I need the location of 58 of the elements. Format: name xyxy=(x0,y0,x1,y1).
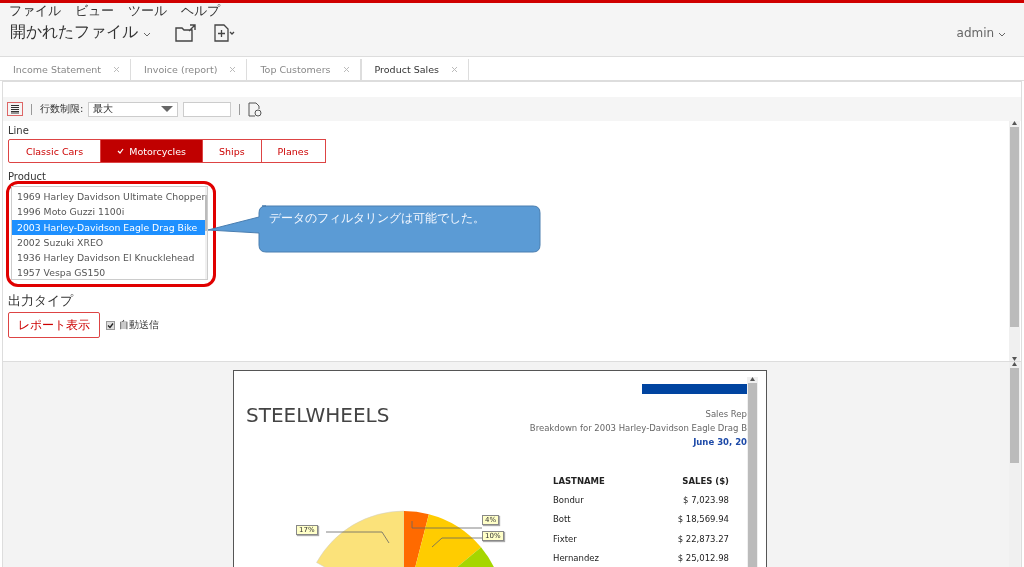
product-list[interactable]: 1969 Harley Davidson Ultimate Chopper 1996 Moto Guzzi 1100i 2003 Harley-Davidson Eagle Drag Bike 2002 Suzuki XREO 1936 Harley Davidson El Knucklehead 1957 Vespa GS150 xyxy=(11,186,208,280)
line-option[interactable]: Ships xyxy=(201,139,262,163)
table-cell-text: $ 22,873.27 xyxy=(676,532,730,546)
report-brand: STEELWHEELS xyxy=(246,403,390,427)
list-icon[interactable] xyxy=(7,102,23,116)
folder-icon[interactable] xyxy=(175,23,198,42)
table-cell-text: Fixter xyxy=(552,532,578,546)
product-item[interactable]: 1936 Harley Davidson El Knucklehead xyxy=(12,250,206,266)
file-tab[interactable]: Income Statement xyxy=(0,59,131,80)
file-tab[interactable]: Product Sales xyxy=(360,59,469,80)
output-type-label: 出力タイプ xyxy=(8,293,75,309)
refresh-document-icon[interactable] xyxy=(248,101,263,117)
table-cell-text: $ 25,012.98 xyxy=(676,552,730,566)
new-file-icon[interactable] xyxy=(213,23,236,42)
auto-submit-checkbox[interactable] xyxy=(106,320,115,330)
product-item[interactable]: 1996 Moto Guzzi 1100i xyxy=(12,204,206,220)
leader-line xyxy=(431,537,483,548)
menu-item[interactable]: ファイル xyxy=(9,3,61,20)
table-cell-text: $ 18,569.94 xyxy=(676,513,730,527)
row-limit-select[interactable]: 最大 xyxy=(88,101,179,117)
line-option[interactable]: Planes xyxy=(260,139,326,163)
line-option[interactable]: Motorcycles xyxy=(100,139,203,163)
table-cell-text: $ 7,023.98 xyxy=(682,493,730,507)
column-header: LASTNAME xyxy=(552,474,606,488)
menu-item[interactable]: ビュー xyxy=(75,3,114,20)
open-files-dropdown[interactable]: 開かれたファイル xyxy=(10,22,152,43)
auto-submit-label: 自動送信 xyxy=(119,318,159,332)
product-label: Product xyxy=(8,171,47,184)
view-report-button[interactable]: レポート表示 xyxy=(8,312,100,338)
line-label: Line xyxy=(8,125,30,138)
column-header: SALES ($) xyxy=(681,474,730,488)
scrollbar[interactable] xyxy=(1009,121,1020,361)
report-subtitle: Breakdown for 2003 Harley-Davidson Eagle Drag B xyxy=(529,423,747,433)
file-tab[interactable]: Top Customers xyxy=(247,59,361,80)
file-tab[interactable]: Invoice (report) xyxy=(130,59,248,80)
scroll-up-icon[interactable] xyxy=(750,377,755,381)
check-icon xyxy=(117,148,125,154)
chevron-down-icon xyxy=(998,31,1006,37)
leader-line xyxy=(325,531,390,544)
line-option[interactable]: Classic Cars xyxy=(8,139,102,163)
menu-item[interactable]: ツール xyxy=(128,3,167,20)
scrollbar[interactable] xyxy=(747,377,758,567)
row-limit-input[interactable] xyxy=(183,101,232,117)
table-cell-text: Hernandez xyxy=(552,552,601,566)
product-item[interactable]: 1969 Harley Davidson Ultimate Chopper xyxy=(12,189,206,205)
user-menu[interactable]: admin xyxy=(956,25,1006,40)
report-title: Sales Rep xyxy=(705,409,747,419)
menu-item[interactable]: ヘルプ xyxy=(181,3,220,20)
product-item[interactable]: 1957 Vespa GS150 xyxy=(12,265,206,281)
chevron-down-icon xyxy=(143,32,152,37)
table-cell-text: Bott xyxy=(552,513,572,527)
row-limit-label: 行数制限: xyxy=(40,102,84,116)
report-date: June 30, 20 xyxy=(693,437,747,447)
leader-line xyxy=(411,520,483,529)
callout-text: データのフィルタリングは可能でした。 xyxy=(269,211,485,226)
product-item[interactable]: 2002 Suzuki XREO xyxy=(12,234,206,251)
table-cell-text: Bondur xyxy=(552,493,585,507)
scrollbar[interactable] xyxy=(205,187,207,279)
